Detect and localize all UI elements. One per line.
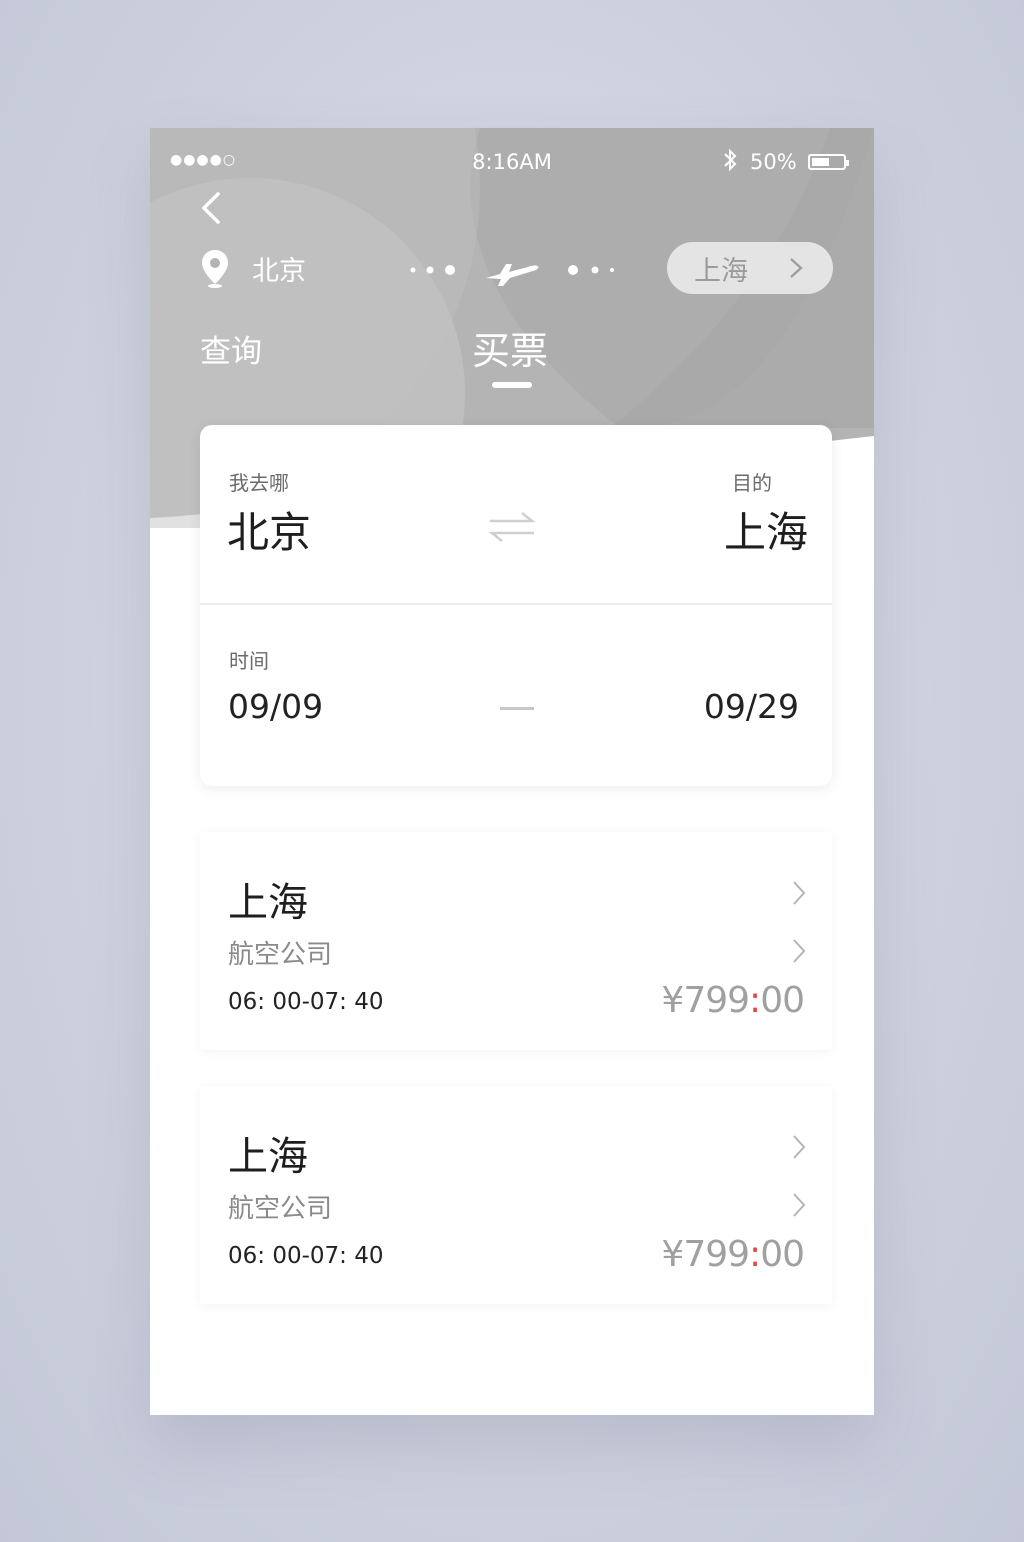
- from-city[interactable]: 北京: [227, 499, 311, 560]
- active-tab-indicator: [492, 382, 532, 388]
- phone-screen: ●●●●○ 8:16AM 50% 北京 上海 查询 买票 我去哪 北京 目的 上…: [150, 128, 874, 1415]
- chevron-right-icon: [793, 1135, 806, 1159]
- flight-airline: 航空公司: [228, 1194, 333, 1224]
- bluetooth-icon: [722, 148, 738, 178]
- price-colon: :: [749, 1234, 761, 1275]
- flight-price: ¥799:00: [661, 980, 805, 1021]
- origin-location[interactable]: 北京: [200, 248, 306, 288]
- currency-symbol: ¥: [661, 1234, 684, 1275]
- chevron-right-icon: [793, 939, 806, 963]
- date-range-dash: [500, 707, 534, 710]
- price-colon: :: [749, 980, 761, 1021]
- status-bar: ●●●●○ 8:16AM 50%: [150, 148, 874, 174]
- chevron-right-icon: [790, 258, 803, 278]
- tab-query[interactable]: 查询: [200, 326, 262, 371]
- flight-city: 上海: [228, 1134, 308, 1180]
- flight-card[interactable]: 上海 航空公司 06: 00-07: 40 ¥799:00: [200, 1086, 832, 1304]
- battery-icon: [808, 154, 849, 170]
- flight-time: 06: 00-07: 40: [228, 989, 384, 1015]
- to-label: 目的: [732, 471, 772, 495]
- airplane-icon: [410, 264, 614, 286]
- flight-card[interactable]: 上海 航空公司 06: 00-07: 40 ¥799:00: [200, 832, 832, 1050]
- destination-button[interactable]: 上海: [667, 242, 833, 294]
- chevron-right-icon: [793, 881, 806, 905]
- date-end[interactable]: 09/29: [704, 687, 799, 726]
- flight-price: ¥799:00: [661, 1234, 805, 1275]
- destination-city: 上海: [694, 255, 748, 287]
- date-start[interactable]: 09/09: [228, 687, 323, 726]
- currency-symbol: ¥: [661, 980, 684, 1021]
- location-pin-icon: [202, 250, 228, 288]
- tab-buy-ticket[interactable]: 买票: [472, 320, 548, 375]
- flight-time: 06: 00-07: 40: [228, 1243, 384, 1269]
- battery-percentage: 50%: [750, 150, 797, 174]
- price-main: 799: [683, 1234, 750, 1275]
- chevron-right-icon: [793, 1193, 806, 1217]
- price-main: 799: [683, 980, 750, 1021]
- flight-airline: 航空公司: [228, 940, 333, 970]
- chevron-left-icon: [202, 192, 220, 224]
- swap-arrows-icon[interactable]: [488, 507, 536, 547]
- to-city[interactable]: 上海: [724, 499, 808, 560]
- price-cents: 00: [760, 980, 805, 1021]
- price-cents: 00: [760, 1234, 805, 1275]
- from-label: 我去哪: [229, 471, 289, 495]
- origin-city: 北京: [252, 255, 306, 287]
- divider: [200, 603, 832, 605]
- time-label: 时间: [229, 649, 269, 673]
- back-button[interactable]: [198, 190, 228, 226]
- flight-city: 上海: [228, 880, 308, 926]
- search-card: 我去哪 北京 目的 上海 时间 09/09 09/29: [200, 425, 832, 786]
